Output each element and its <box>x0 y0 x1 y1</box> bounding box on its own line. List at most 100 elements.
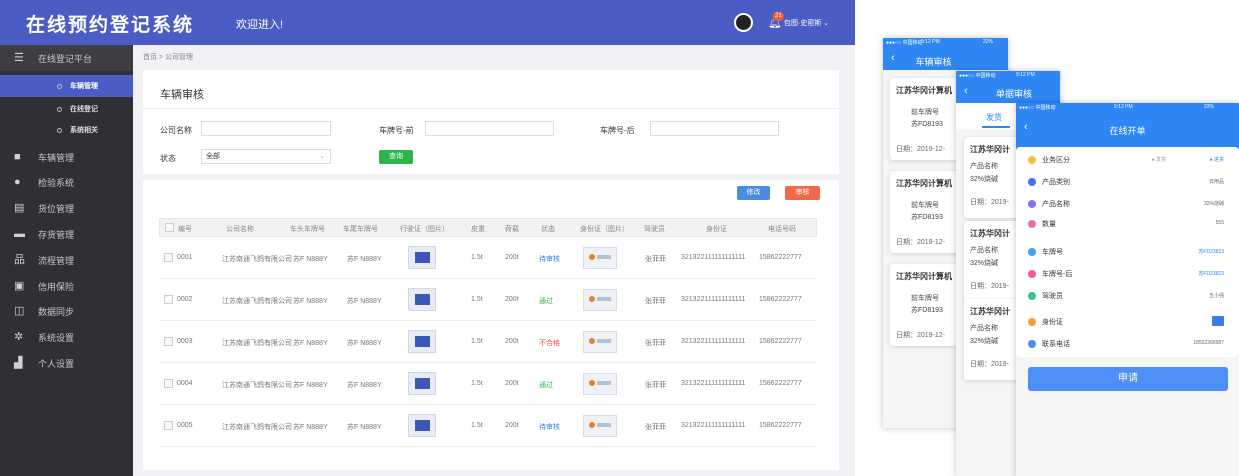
company-input[interactable] <box>201 121 331 136</box>
avatar[interactable] <box>734 13 753 32</box>
cell-tare: 1.5t <box>471 254 483 261</box>
sidebar-item-storage[interactable]: ▤ 货位管理 <box>0 195 133 221</box>
apply-button[interactable]: 申请 <box>1028 367 1228 391</box>
form-row[interactable]: 驾驶员 五小强 <box>1028 286 1224 308</box>
user-menu[interactable]: 包图·史密斯 ⌄ <box>784 18 829 28</box>
sidebar-item-platform[interactable]: ☰ 在线登记平台 <box>0 45 133 71</box>
card-date: 日期：2019- <box>970 199 1009 206</box>
id-card-image[interactable] <box>583 331 617 353</box>
table-row[interactable]: 0005 江苏南通飞鸽有限公司 苏F N888Y 苏F N888Y 1.5t 200t 待审… <box>159 405 817 447</box>
filter-button[interactable]: 筛选 <box>1055 54 1073 67</box>
card-label: 产品名称 <box>970 325 998 332</box>
table-row[interactable]: 0001 江苏南通飞鸽有限公司 苏F N888Y 苏F N888Y 1.5t 200t 待审… <box>159 237 817 279</box>
search-button[interactable]: 查询 <box>379 150 413 164</box>
form-row[interactable]: 身份证 <box>1028 312 1224 334</box>
filter-button[interactable]: 筛选 <box>1120 88 1138 101</box>
license-image[interactable] <box>408 372 436 395</box>
id-card-image[interactable] <box>583 289 617 311</box>
license-image[interactable] <box>408 246 436 269</box>
form-label: 产品类别 <box>1042 179 1070 186</box>
cell-load: 200t <box>505 422 519 429</box>
header-driver: 驾驶员 <box>644 226 665 233</box>
row-checkbox[interactable] <box>164 253 173 262</box>
header-license-image: 行驶证（图片） <box>400 226 449 233</box>
id-card-icon[interactable] <box>1212 316 1224 326</box>
field-icon <box>1028 178 1036 186</box>
insurance-icon: ▣ <box>14 279 25 292</box>
license-image[interactable] <box>408 330 436 353</box>
form-value: 苏FD23823 <box>1198 271 1224 277</box>
cell-load: 200t <box>505 380 519 387</box>
plate-back-input[interactable] <box>650 121 779 136</box>
card-company: 江苏华冈计 <box>970 307 1010 316</box>
cell-driver: 张菲菲 <box>645 382 666 389</box>
sidebar-item-profile[interactable]: ▟ 个人设置 <box>0 350 133 376</box>
table-row[interactable]: 0004 江苏南通飞鸽有限公司 苏F N888Y 苏F N888Y 1.5t 200t 通过… <box>159 363 817 405</box>
edit-button[interactable]: 修改 <box>737 186 770 200</box>
status-select[interactable]: 全部 ⌄ <box>201 149 331 164</box>
sidebar-item-inventory[interactable]: ▬ 存货管理 <box>0 221 133 247</box>
divider <box>143 108 839 109</box>
form-row[interactable]: 数量 555 <box>1028 214 1224 236</box>
back-icon[interactable]: ‹ <box>964 85 968 97</box>
sidebar-item-insurance[interactable]: ▣ 信用保险 <box>0 273 133 299</box>
card-value: 32%烧碱 <box>970 260 999 267</box>
audit-button[interactable]: 审核 <box>785 186 820 200</box>
plate-front-input[interactable] <box>425 121 554 136</box>
form-label: 联系电话 <box>1042 341 1070 348</box>
id-card-image[interactable] <box>583 415 617 437</box>
id-card-image[interactable] <box>583 373 617 395</box>
company-label: 公司名称 <box>160 126 192 135</box>
cell-company: 江苏南通飞鸽有限公司 <box>222 382 292 389</box>
form-row[interactable]: 车牌号 苏FD23823 <box>1028 242 1224 264</box>
sidebar-item-label: 检验系统 <box>38 177 75 188</box>
form-value: 555 <box>1215 220 1224 226</box>
form-row[interactable]: 车牌号-后 苏FD23823 <box>1028 264 1224 286</box>
sidebar-sub-register[interactable]: 在线登记 <box>0 98 133 120</box>
card-plate: 苏FD8193 <box>911 214 943 221</box>
form-row[interactable]: 联系电话 18552366987 <box>1028 334 1224 356</box>
table-row[interactable]: 0003 江苏南通飞鸽有限公司 苏F N888Y 苏F N888Y 1.5t 200t 不合… <box>159 321 817 363</box>
sidebar-sub-label: 系统相关 <box>70 127 98 134</box>
form-label: 数量 <box>1042 221 1056 228</box>
sidebar-item-label: 数据同步 <box>38 306 75 317</box>
sidebar-item-sync[interactable]: ◫ 数据同步 <box>0 298 133 324</box>
select-all-checkbox[interactable] <box>165 223 174 232</box>
card-date: 日期：2019- <box>970 361 1009 368</box>
sidebar-item-settings[interactable]: ✲ 系统设置 <box>0 324 133 350</box>
radio-receive[interactable]: ● 进货 <box>1210 156 1224 163</box>
form-row[interactable]: 产品名称 32%烧碱 <box>1028 194 1224 216</box>
cell-front: 苏F N888Y <box>293 256 328 263</box>
card-date: 日期：2019-12- <box>896 239 946 246</box>
header-id: 编号 <box>178 226 192 233</box>
sidebar-item-vehicle[interactable]: ■ 车辆管理 <box>0 144 133 170</box>
header-status: 状态 <box>541 226 555 233</box>
sidebar-sub-system[interactable]: 系统相关 <box>0 119 133 141</box>
card-company: 江苏华冈计算机 <box>896 272 952 281</box>
license-image[interactable] <box>408 414 436 437</box>
cell-front: 苏F N888Y <box>293 340 328 347</box>
row-checkbox[interactable] <box>164 379 173 388</box>
header-load: 荷载 <box>505 226 519 233</box>
cell-back: 苏F N888Y <box>347 298 382 305</box>
sidebar-sub-vehicle[interactable]: 车辆管理 <box>0 75 133 97</box>
sidebar-item-workflow[interactable]: 品 流程管理 <box>0 247 133 273</box>
time-text: 9:12 PM <box>1114 104 1133 110</box>
sidebar-item-label: 个人设置 <box>38 358 75 369</box>
breadcrumb: 首页 > 公司管理 <box>143 54 193 61</box>
sidebar-item-inspection[interactable]: ● 检验系统 <box>0 169 133 195</box>
radio-ship[interactable]: ● 发货 <box>1152 156 1166 163</box>
table-row[interactable]: 0002 江苏南通飞鸽有限公司 苏F N888Y 苏F N888Y 1.5t 200t 通过… <box>159 279 817 321</box>
card-plate-label: 前车牌号 <box>911 202 939 209</box>
list-icon: ☰ <box>14 51 24 64</box>
license-image[interactable] <box>408 288 436 311</box>
form-row[interactable]: 产品类别 日用品 <box>1028 172 1224 194</box>
tab-indicator <box>982 126 1010 128</box>
cell-driver: 张菲菲 <box>645 298 666 305</box>
row-checkbox[interactable] <box>164 295 173 304</box>
id-card-image[interactable] <box>583 247 617 269</box>
tab-shipping[interactable]: 发货 <box>986 112 1002 123</box>
row-checkbox[interactable] <box>164 337 173 346</box>
storage-icon: ▤ <box>14 201 25 214</box>
row-checkbox[interactable] <box>164 421 173 430</box>
